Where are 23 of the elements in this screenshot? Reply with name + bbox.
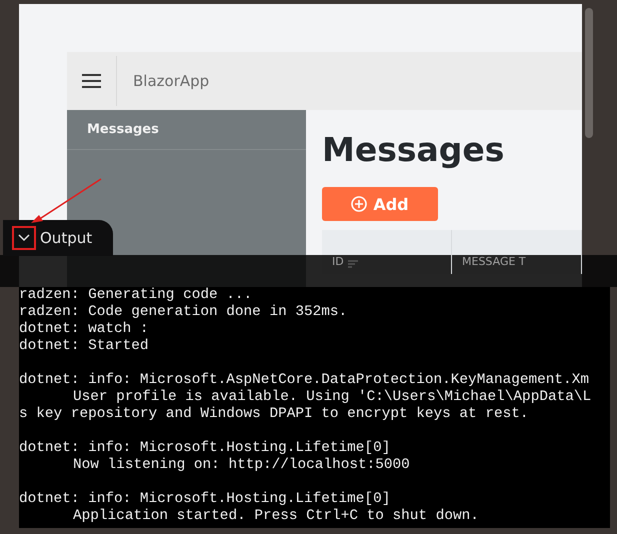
log-line: User profile is available. Using 'C:\Users\Michael\AppData\L <box>73 389 592 405</box>
column-header[interactable]: ID <box>332 255 344 268</box>
log-line: s key repository and Windows DPAPI to encrypt keys at rest. <box>19 406 529 422</box>
app-title: BlazorApp <box>133 72 210 90</box>
scrollbar[interactable] <box>585 8 593 138</box>
log-line: Now listening on: http://localhost:5000 <box>73 457 410 473</box>
log-line: dotnet: Started <box>19 338 149 354</box>
output-label: Output <box>40 229 92 247</box>
log-line: radzen: Generating code ... <box>19 287 252 303</box>
plus-circle-icon <box>351 196 368 212</box>
collapse-button[interactable] <box>12 226 36 250</box>
log-line: dotnet: watch : <box>19 321 149 337</box>
log-line: dotnet: info: Microsoft.Hosting.Lifetime[0] <box>19 491 390 507</box>
output-tab[interactable]: Output <box>3 220 113 256</box>
menu-icon <box>82 74 101 88</box>
log-line: dotnet: info: Microsoft.AspNetCore.DataProtection.KeyManagement.Xm <box>19 372 589 388</box>
column-header[interactable]: MESSAGE T <box>462 255 526 268</box>
page-heading: Messages <box>322 130 504 169</box>
log-line: dotnet: info: Microsoft.Hosting.Lifetime[0] <box>19 440 390 456</box>
sort-icon <box>348 260 358 268</box>
chevron-icon <box>18 234 30 242</box>
log-line: Application started. Press Ctrl+C to shut down. <box>73 508 479 524</box>
log-line: radzen: Code generation done in 352ms. <box>19 304 348 320</box>
